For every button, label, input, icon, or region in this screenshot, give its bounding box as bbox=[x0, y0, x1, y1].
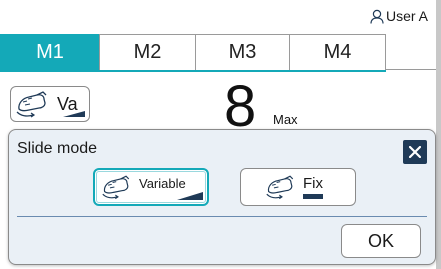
max-value: 8 bbox=[224, 74, 257, 139]
close-button[interactable] bbox=[403, 140, 427, 164]
slide-mode-button[interactable]: Va bbox=[10, 86, 90, 122]
tab-m1[interactable]: M1 bbox=[0, 34, 100, 70]
fix-option-button[interactable]: Fix bbox=[240, 168, 356, 206]
dialog-title: Slide mode bbox=[17, 140, 98, 157]
right-edge-rail bbox=[436, 0, 441, 269]
tab-m4[interactable]: M4 bbox=[289, 34, 386, 70]
hand-tool-icon bbox=[16, 91, 47, 118]
fix-option-label: Fix bbox=[303, 174, 323, 199]
tab-m2[interactable]: M2 bbox=[99, 34, 196, 70]
mode-status-row: Va 8 Max bbox=[0, 78, 436, 136]
fix-option-text: Fix bbox=[303, 174, 323, 192]
variable-option-label: Variable bbox=[139, 175, 186, 191]
user-indicator[interactable]: User A bbox=[370, 8, 428, 24]
variable-option-button[interactable]: Variable bbox=[93, 168, 209, 206]
user-icon bbox=[370, 9, 384, 24]
hand-tool-icon bbox=[102, 175, 130, 200]
memory-tabs: M1 M2 M3 M4 bbox=[0, 34, 386, 72]
device-screen: User A M1 M2 M3 M4 Va 8 Max Slide mode V… bbox=[0, 0, 441, 269]
dialog-divider bbox=[17, 216, 427, 217]
slide-mode-dialog: Slide mode Variable Fix OK bbox=[8, 129, 436, 265]
tab-bar-extension bbox=[386, 34, 436, 70]
user-header: User A bbox=[0, 0, 436, 30]
variable-ramp-icon bbox=[177, 192, 203, 200]
tab-m3[interactable]: M3 bbox=[195, 34, 290, 70]
max-label: Max bbox=[273, 112, 298, 127]
variable-ramp-icon bbox=[63, 111, 85, 117]
user-name: User A bbox=[385, 8, 428, 24]
hand-tool-icon bbox=[266, 175, 294, 200]
ok-button[interactable]: OK bbox=[341, 224, 421, 258]
close-icon bbox=[409, 146, 421, 158]
fix-bar-icon bbox=[303, 193, 323, 199]
